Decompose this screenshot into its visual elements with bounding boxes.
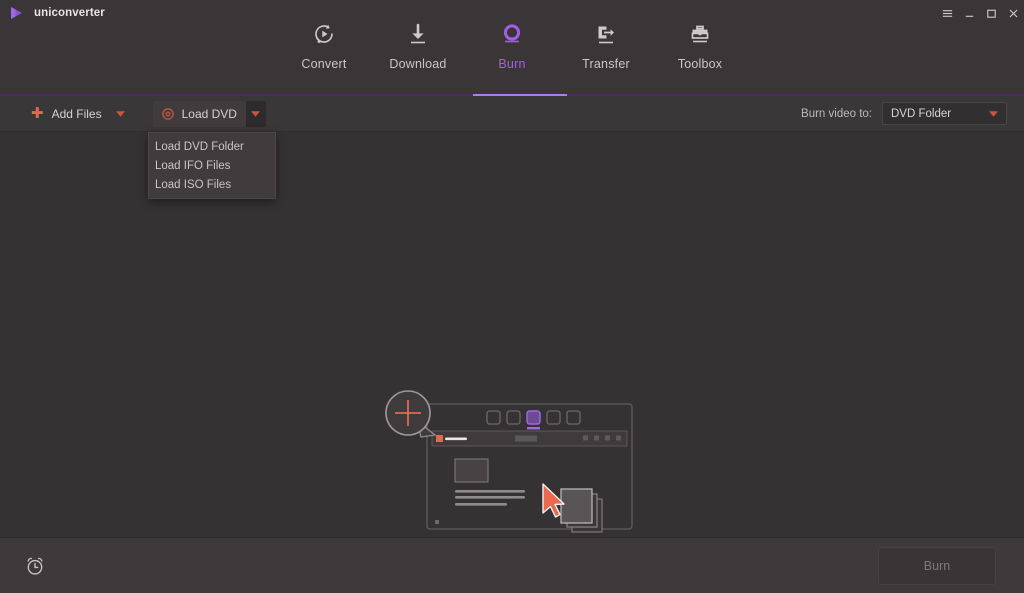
burn-target-value: DVD Folder (891, 107, 952, 120)
main-nav: Convert Download Burn Transfer Toolbox (0, 14, 1024, 71)
add-files-button[interactable]: ✚ Add Files (22, 101, 111, 127)
tab-label: Convert (301, 57, 347, 71)
alarm-clock-icon (27, 557, 43, 575)
download-icon (404, 19, 432, 49)
illustration-svg (385, 390, 633, 533)
load-dvd-button[interactable]: Load DVD (153, 101, 246, 127)
tab-download[interactable]: Download (371, 14, 465, 71)
burn-target-section: Burn video to: DVD Folder (801, 102, 1007, 125)
disc-icon (161, 107, 174, 120)
chevron-down-icon (251, 110, 261, 117)
tab-label: Transfer (582, 57, 630, 71)
app-window: uniconverter Convert Download Burn Trans… (0, 0, 1024, 593)
transfer-icon (592, 19, 620, 49)
toolbox-icon (686, 19, 714, 49)
window-progress-bar (445, 437, 467, 441)
stacked-files-icon (560, 488, 603, 533)
menu-item-load-dvd-folder[interactable]: Load DVD Folder (149, 137, 275, 156)
content-status-dot (435, 520, 439, 524)
toolbar: ✚ Add Files Load DVD Burn video to: DVD … (0, 96, 1024, 199)
add-files-placeholder-illustration (383, 387, 643, 552)
burn-action-button[interactable]: Burn (878, 546, 996, 585)
window-tab-active (526, 410, 541, 425)
tab-transfer[interactable]: Transfer (559, 14, 653, 71)
menu-item-label: Load DVD Folder (155, 140, 244, 153)
content-thumbnail (454, 458, 489, 483)
window-record-dot (436, 435, 443, 442)
tab-label: Burn (498, 57, 526, 71)
chevron-down-icon (989, 110, 998, 117)
chevron-down-icon (116, 110, 126, 117)
tab-toolbox[interactable]: Toolbox (653, 14, 747, 71)
plus-icon: ✚ (31, 105, 44, 122)
convert-icon (310, 19, 338, 49)
load-dvd-dropdown-menu: Load DVD Folder Load IFO Files Load ISO … (148, 132, 276, 199)
menu-item-load-ifo-files[interactable]: Load IFO Files (149, 156, 275, 175)
menu-item-label: Load ISO Files (155, 178, 232, 191)
load-dvd-label: Load DVD (181, 106, 237, 121)
tab-burn[interactable]: Burn (465, 14, 559, 71)
burn-disc-icon (498, 19, 526, 49)
burn-button-label: Burn (923, 558, 951, 573)
load-dvd-caret-button[interactable] (245, 100, 266, 127)
tab-convert[interactable]: Convert (277, 14, 371, 71)
add-files-caret-button[interactable] (111, 101, 131, 127)
load-dvd-group[interactable]: Load DVD (152, 100, 266, 127)
burn-target-select[interactable]: DVD Folder (882, 102, 1007, 125)
tab-label: Download (389, 57, 447, 71)
app-header: uniconverter Convert Download Burn Trans… (0, 0, 1024, 96)
menu-item-label: Load IFO Files (155, 159, 231, 172)
add-files-group[interactable]: ✚ Add Files (22, 101, 131, 127)
footer-bar: Burn (0, 538, 1024, 593)
add-files-label: Add Files (51, 106, 102, 121)
window-tab-active-underline (527, 427, 540, 430)
burn-video-to-label: Burn video to: (801, 107, 872, 120)
menu-item-load-iso-files[interactable]: Load ISO Files (149, 175, 275, 194)
alarm-clock-button[interactable] (22, 553, 48, 579)
content-text-lines (455, 490, 525, 506)
window-addressbar-block (515, 435, 537, 442)
tab-label: Toolbox (677, 57, 723, 71)
